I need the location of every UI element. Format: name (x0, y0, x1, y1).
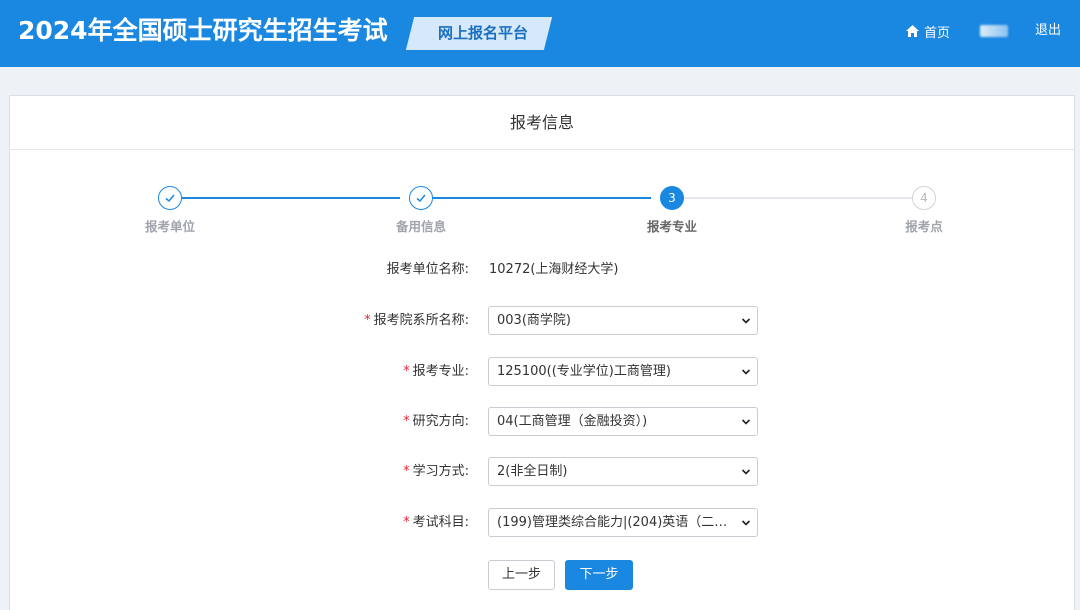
home-link[interactable]: 首页 (905, 21, 950, 41)
site-title: 2024年全国硕士研究生招生考试 (18, 16, 388, 45)
exam-subjects-select[interactable]: (199)管理类综合能力|(204)英语（二）|(-)... (488, 508, 758, 537)
exam-subjects-label-text: 考试科目: (412, 515, 469, 530)
chevron-down-icon (741, 369, 751, 375)
required-mark: * (364, 313, 371, 328)
major-label: * 报考专业: (269, 358, 469, 386)
required-mark: * (403, 515, 410, 530)
step-3-label: 报考专业 (646, 219, 697, 234)
unit-name-value: 10272(上海财经大学) (489, 262, 619, 277)
step-2-label: 备用信息 (395, 219, 446, 234)
logout-link[interactable]: 退出 (1035, 21, 1061, 41)
dept-select[interactable]: 003(商学院) (488, 306, 758, 335)
study-mode-select-value: 2(非全日制) (497, 464, 568, 479)
study-mode-label-text: 学习方式: (412, 464, 469, 479)
prev-step-button[interactable]: 上一步 (488, 560, 555, 590)
step-connector-2 (433, 197, 651, 199)
platform-badge-label: 网上报名平台 (437, 24, 528, 42)
required-mark: * (403, 414, 410, 429)
direction-label: * 研究方向: (269, 408, 469, 436)
card-title: 报考信息 (10, 96, 1074, 150)
dept-select-value: 003(商学院) (497, 313, 571, 328)
exam-subjects-label: * 考试科目: (269, 509, 469, 537)
chevron-down-icon (741, 318, 751, 324)
unit-name-label-text: 报考单位名称: (386, 262, 469, 277)
step-4-label: 报考点 (905, 219, 943, 234)
step-connector-1 (182, 197, 400, 199)
direction-select-value: 04(工商管理（金融投资）) (497, 414, 648, 429)
step-1-check-icon (158, 186, 182, 210)
chevron-down-icon (741, 469, 751, 475)
study-mode-select[interactable]: 2(非全日制) (488, 457, 758, 486)
step-connector-3 (684, 197, 912, 199)
step-3-number: 3 (660, 186, 684, 210)
required-mark: * (403, 464, 410, 479)
step-1-label: 报考单位 (144, 219, 195, 234)
direction-label-text: 研究方向: (412, 414, 469, 429)
next-step-button[interactable]: 下一步 (565, 560, 633, 590)
home-link-label: 首页 (924, 25, 951, 41)
step-2-check-icon (409, 186, 433, 210)
dept-label: * 报考院系所名称: (269, 307, 469, 335)
major-select-value: 125100((专业学位)工商管理) (497, 364, 671, 379)
top-header: 2024年全国硕士研究生招生考试 网上报名平台 首页 退出 (0, 0, 1080, 67)
unit-name-label: 报考单位名称: (269, 256, 469, 284)
direction-select[interactable]: 04(工商管理（金融投资）) (488, 407, 758, 436)
step-4-number: 4 (912, 186, 936, 210)
major-label-text: 报考专业: (412, 364, 469, 379)
major-select[interactable]: 125100((专业学位)工商管理) (488, 357, 758, 386)
dept-label-text: 报考院系所名称: (373, 313, 469, 328)
registration-card: 报考信息 报考单位 备用信息 3 报考专业 4 报考点 报考单位名称: 1027… (9, 95, 1075, 610)
study-mode-label: * 学习方式: (269, 458, 469, 486)
user-name-redacted[interactable] (980, 25, 1008, 37)
exam-subjects-select-value: (199)管理类综合能力|(204)英语（二）|(-)... (497, 515, 758, 530)
chevron-down-icon (741, 520, 751, 526)
home-icon (906, 25, 919, 37)
required-mark: * (403, 364, 410, 379)
chevron-down-icon (741, 419, 751, 425)
